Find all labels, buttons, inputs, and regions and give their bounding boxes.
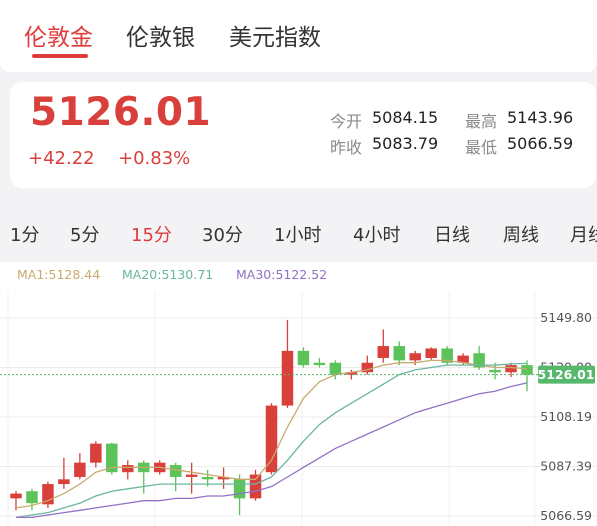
period-selector: 1分 5分 15分 30分 1小时 4小时 日线 周线 月线 (0, 197, 597, 267)
candle-body (122, 465, 134, 473)
tab-dollar-index[interactable]: 美元指数 (229, 18, 321, 52)
candle-body (10, 493, 22, 499)
candle-body (281, 350, 294, 406)
tab-london-silver[interactable]: 伦敦银 (126, 18, 195, 52)
y-tick-label: 5066.59 (540, 508, 592, 523)
candle-body (521, 365, 533, 375)
tab-london-gold[interactable]: 伦敦金 (24, 18, 93, 52)
low-value: 5066.59 (507, 134, 574, 153)
prev-close-label: 昨收 (330, 138, 363, 157)
ma20-label: MA20:5130.71 (122, 267, 214, 282)
price-change-percent: +0.83% (118, 148, 191, 169)
candle-body (409, 353, 421, 361)
candle-body (505, 365, 517, 373)
candle-body (377, 346, 390, 358)
candle-body (26, 491, 38, 504)
price-change: +42.22 (28, 148, 95, 169)
y-tick-label: 5087.39 (540, 459, 592, 474)
ma1-label: MA1:5128.44 (17, 267, 101, 282)
y-tick-label: 5149.80 (540, 310, 592, 325)
low-label: 最低 (465, 138, 498, 157)
candle-body (313, 362, 326, 366)
candle-body (74, 462, 86, 477)
period-weekly[interactable]: 周线 (503, 221, 539, 247)
candle-body (425, 348, 437, 358)
kline-chart[interactable]: MA1:5128.44 MA20:5130.71 MA30:5122.52 51… (0, 262, 597, 526)
high-label: 最高 (465, 112, 498, 131)
candle-body (90, 443, 102, 463)
period-daily[interactable]: 日线 (434, 221, 470, 247)
period-1min[interactable]: 1分 (10, 221, 39, 247)
candle-body (233, 479, 246, 499)
active-tab-underline (32, 54, 88, 58)
period-5min[interactable]: 5分 (70, 221, 99, 247)
top-tabs-bar: 伦敦金 伦敦银 美元指数 (0, 0, 597, 72)
candle-body (185, 474, 198, 477)
candle-body (329, 362, 342, 375)
y-tick-label: 5108.19 (540, 409, 592, 424)
ma30-label: MA30:5122.52 (236, 267, 328, 282)
high-value: 5143.96 (507, 108, 574, 127)
candle-body (393, 346, 406, 361)
candle-body (297, 350, 310, 366)
candlestick-plot: 5149.805129.005108.195087.395066.595126.… (0, 292, 597, 526)
candle-body (265, 405, 278, 473)
open-label: 今开 (330, 112, 363, 131)
candle-body (249, 474, 262, 499)
candle-body (58, 479, 70, 485)
period-4hour[interactable]: 4小时 (353, 221, 400, 247)
current-price-tag-label: 5126.01 (538, 367, 595, 382)
period-30min[interactable]: 30分 (202, 221, 243, 247)
period-monthly[interactable]: 月线 (570, 221, 597, 247)
current-price: 5126.01 (30, 90, 212, 135)
period-15min[interactable]: 15分 (131, 221, 172, 247)
quote-card: 5126.01 +42.22 +0.83% 今开 5084.15 最高 5143… (10, 82, 596, 188)
candle-body (201, 476, 214, 480)
open-value: 5084.15 (372, 108, 439, 127)
candle-body (489, 369, 501, 373)
prev-close-value: 5083.79 (372, 134, 439, 153)
period-1hour[interactable]: 1小时 (274, 221, 321, 247)
